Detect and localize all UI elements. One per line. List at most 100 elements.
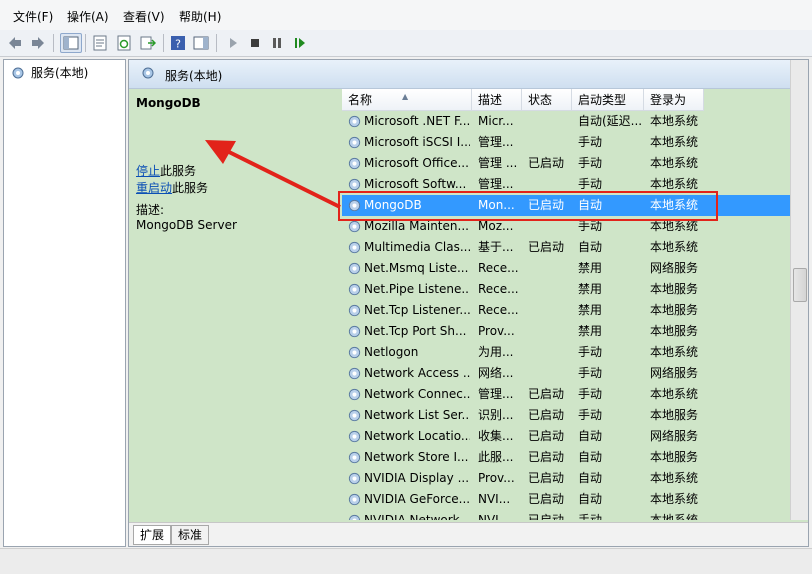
table-row[interactable]: Multimedia Clas... 基于... 已启动 自动 本地系统	[342, 237, 790, 258]
properties-icon[interactable]	[91, 34, 109, 52]
table-row[interactable]: Network Locatio... 收集... 已启动 自动 网络服务	[342, 426, 790, 447]
cell-status: 已启动	[528, 198, 565, 212]
cell-status: 已启动	[528, 492, 565, 506]
cell-description: NVI...	[478, 492, 511, 506]
cell-description: Moz...	[478, 219, 514, 233]
menu-action[interactable]: 操作(A)	[67, 8, 109, 25]
restart-service-icon[interactable]	[291, 34, 309, 52]
vertical-scrollbar[interactable]	[790, 60, 808, 520]
start-service-icon[interactable]	[224, 34, 242, 52]
table-row[interactable]: Net.Pipe Listene... Rece... 禁用 本地服务	[342, 279, 790, 300]
selected-service-name: MongoDB	[136, 96, 201, 110]
service-detail: MongoDB 停止此服务 重启动此服务 描述: MongoDB Server	[129, 89, 341, 520]
column-header-status[interactable]: 状态	[522, 89, 572, 111]
cell-name: Microsoft iSCSI I...	[364, 135, 470, 149]
cell-description: Rece...	[478, 282, 519, 296]
cell-startup-type: 禁用	[578, 261, 603, 275]
scrollbar-thumb[interactable]	[793, 268, 807, 302]
service-gear-icon	[348, 220, 361, 233]
cell-name: NVIDIA Network...	[364, 513, 470, 520]
console-tree: 服务(本地)	[3, 59, 126, 547]
cell-name: Mozilla Mainten...	[364, 219, 469, 233]
service-gear-icon	[348, 136, 361, 149]
stop-service-link[interactable]: 停止	[136, 164, 160, 178]
table-row[interactable]: Microsoft .NET F... Micr... 自动(延迟... 本地系统	[342, 111, 790, 132]
cell-log-on-as: 本地系统	[650, 114, 699, 128]
table-row[interactable]: NVIDIA GeForce... NVI... 已启动 自动 本地系统	[342, 489, 790, 510]
service-gear-icon	[348, 367, 361, 380]
cell-log-on-as: 本地系统	[650, 240, 699, 254]
cell-description: 管理...	[478, 135, 514, 149]
cell-description: Prov...	[478, 324, 515, 338]
back-arrow-icon[interactable]	[6, 34, 24, 52]
service-gear-icon	[348, 409, 361, 422]
cell-startup-type: 手动	[578, 219, 603, 233]
cell-name: Multimedia Clas...	[364, 240, 470, 254]
table-row[interactable]: Microsoft Office... 管理 ... 已启动 手动 本地系统	[342, 153, 790, 174]
restart-service-link[interactable]: 重启动	[136, 181, 172, 195]
services-list: 名称 ▲ 描述 状态 启动类型 登录为 Microsoft .NET F... Mi…	[342, 89, 790, 520]
cell-log-on-as: 本地服务	[650, 303, 699, 317]
action-pane-icon[interactable]	[192, 34, 210, 52]
cell-name: Net.Tcp Listener...	[364, 303, 470, 317]
table-row[interactable]: Network Store I... 此服... 已启动 自动 本地服务	[342, 447, 790, 468]
cell-name: Network Locatio...	[364, 429, 470, 443]
service-gear-icon	[348, 430, 361, 443]
table-row[interactable]: Network Connec... 管理... 已启动 手动 本地系统	[342, 384, 790, 405]
cell-startup-type: 手动	[578, 156, 603, 170]
cell-log-on-as: 本地系统	[650, 471, 699, 485]
column-header-description[interactable]: 描述	[472, 89, 522, 111]
service-gear-icon	[348, 304, 361, 317]
menu-view[interactable]: 查看(V)	[123, 8, 165, 25]
cell-status: 已启动	[528, 471, 565, 485]
column-header-name[interactable]: 名称 ▲	[342, 89, 472, 111]
cell-name: Microsoft Softw...	[364, 177, 467, 191]
column-header-startup-type[interactable]: 启动类型	[572, 89, 644, 111]
table-row[interactable]: Microsoft iSCSI I... 管理... 手动 本地系统	[342, 132, 790, 153]
status-bar	[0, 548, 812, 574]
column-header-log-on-as[interactable]: 登录为	[644, 89, 704, 111]
forward-arrow-icon[interactable]	[29, 34, 47, 52]
cell-name: Microsoft Office...	[364, 156, 469, 170]
cell-name: NVIDIA Display ...	[364, 471, 470, 485]
table-row[interactable]: Network List Ser... 识别... 已启动 手动 本地服务	[342, 405, 790, 426]
cell-log-on-as: 本地服务	[650, 282, 699, 296]
cell-log-on-as: 本地系统	[650, 513, 699, 520]
cell-name: Network List Ser...	[364, 408, 470, 422]
tab-extended[interactable]: 扩展	[133, 525, 172, 545]
refresh-icon[interactable]	[115, 34, 133, 52]
service-gear-icon	[348, 115, 361, 128]
table-row[interactable]: NVIDIA Display ... Prov... 已启动 自动 本地系统	[342, 468, 790, 489]
table-row[interactable]: NVIDIA Network... NVI... 已启动 手动 本地系统	[342, 510, 790, 520]
table-row[interactable]: Mozilla Mainten... Moz... 手动 本地系统	[342, 216, 790, 237]
cell-log-on-as: 本地服务	[650, 450, 699, 464]
cell-status: 已启动	[528, 513, 565, 520]
table-row[interactable]: Net.Tcp Listener... Rece... 禁用 本地服务	[342, 300, 790, 321]
pause-service-icon[interactable]	[268, 34, 286, 52]
table-row[interactable]: Netlogon 为用... 手动 本地系统	[342, 342, 790, 363]
help-icon[interactable]: ?	[169, 34, 187, 52]
cell-startup-type: 手动	[578, 366, 603, 380]
cell-log-on-as: 网络服务	[650, 261, 699, 275]
cell-description: 此服...	[478, 450, 514, 464]
tab-standard[interactable]: 标准	[171, 525, 210, 545]
cell-name: Network Access ...	[364, 366, 470, 380]
show-console-tree-icon[interactable]	[60, 33, 82, 53]
stop-service-icon[interactable]	[246, 34, 264, 52]
table-row[interactable]: MongoDB Mon... 已启动 自动 本地系统	[342, 195, 790, 216]
table-row[interactable]: Net.Msmq Liste... Rece... 禁用 网络服务	[342, 258, 790, 279]
cell-description: Micr...	[478, 114, 514, 128]
magnifier-gear-icon	[142, 67, 154, 79]
table-row[interactable]: Network Access ... 网络... 手动 网络服务	[342, 363, 790, 384]
cell-startup-type: 自动	[578, 492, 603, 506]
tree-item-services-local[interactable]: 服务(本地)	[10, 64, 88, 81]
menu-help[interactable]: 帮助(H)	[179, 8, 221, 25]
view-tabs: 扩展 标准	[129, 522, 808, 546]
table-row[interactable]: Microsoft Softw... 管理... 手动 本地系统	[342, 174, 790, 195]
tree-item-label: 服务(本地)	[31, 66, 89, 80]
menu-file[interactable]: 文件(F)	[13, 8, 53, 25]
cell-status: 已启动	[528, 387, 565, 401]
export-list-icon[interactable]	[139, 34, 157, 52]
cell-status: 已启动	[528, 429, 565, 443]
table-row[interactable]: Net.Tcp Port Sh... Prov... 禁用 本地服务	[342, 321, 790, 342]
